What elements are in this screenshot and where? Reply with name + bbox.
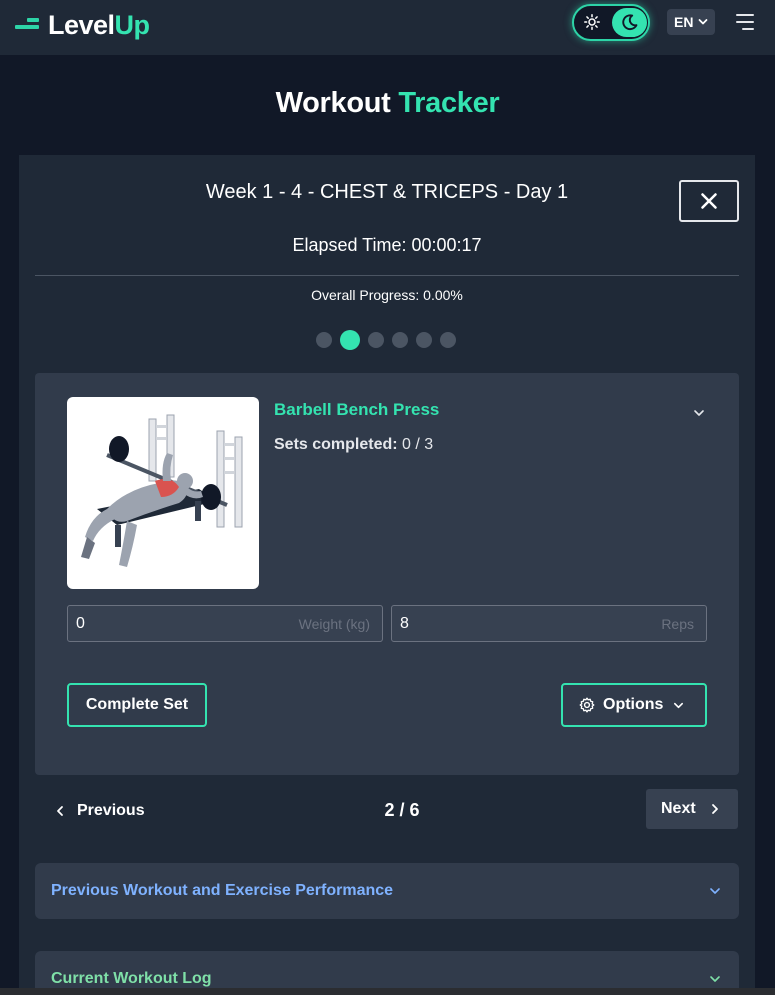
weight-placeholder: Weight (kg) (298, 616, 370, 632)
exercise-pager: 2 / 6 (384, 800, 420, 820)
sets-completed: Sets completed: 0 / 3 (274, 436, 434, 453)
weight-input[interactable]: 0 Weight (kg) (67, 605, 383, 642)
overall-progress: Overall Progress: 0.00% (311, 287, 463, 303)
session-title: Week 1 - 4 - CHEST & TRICEPS - Day 1 (205, 181, 569, 203)
moon-icon (622, 14, 638, 31)
top-navbar: LevelUp EN (0, 0, 775, 55)
sun-icon (584, 14, 600, 30)
workout-panel: Week 1 - 4 - CHEST & TRICEPS - Day 1 Ela… (19, 155, 755, 995)
hamburger-menu-icon[interactable] (734, 13, 754, 31)
exercise-name[interactable]: Barbell Bench Press (274, 400, 439, 420)
reps-value: 8 (400, 615, 409, 632)
exercise-dot[interactable] (440, 332, 456, 348)
next-button[interactable]: Next (646, 789, 738, 829)
options-button[interactable]: Options (561, 683, 707, 727)
language-select[interactable]: EN (667, 9, 715, 35)
gear-icon (579, 697, 595, 713)
exercise-dot[interactable] (416, 332, 432, 348)
logo-mark-icon (15, 18, 39, 32)
exercise-dot[interactable] (316, 332, 332, 348)
reps-placeholder: Reps (661, 616, 694, 632)
chevron-down-icon (710, 888, 720, 894)
divider (35, 275, 739, 276)
chevron-down-icon (674, 702, 684, 708)
close-workout-button[interactable] (679, 180, 739, 222)
exercise-dot-active[interactable] (340, 330, 360, 350)
exercise-dot[interactable] (368, 332, 384, 348)
language-value: EN (674, 14, 694, 30)
page-title: Workout Tracker (275, 87, 500, 119)
chevron-left-icon (57, 806, 63, 816)
theme-toggle[interactable] (572, 4, 650, 41)
options-label: Options (603, 696, 664, 713)
close-icon (701, 193, 717, 209)
exercise-image (67, 397, 259, 589)
theme-toggle-knob (612, 8, 647, 37)
logo-text: LevelUp (48, 9, 150, 40)
exercise-dot[interactable] (392, 332, 408, 348)
previous-label: Previous (77, 802, 145, 819)
next-label: Next (661, 800, 696, 817)
chevron-right-icon (711, 804, 718, 814)
current-log-label: Current Workout Log (51, 970, 212, 987)
weight-value: 0 (76, 615, 85, 632)
complete-set-button[interactable]: Complete Set (67, 683, 207, 727)
bottom-edge (0, 988, 775, 995)
reps-input[interactable]: 8 Reps (391, 605, 707, 642)
exercise-card: Barbell Bench Press Sets completed: 0 / … (35, 373, 739, 775)
previous-performance-accordion[interactable]: Previous Workout and Exercise Performanc… (35, 863, 739, 919)
chevron-down-icon[interactable] (693, 407, 705, 419)
previous-button[interactable]: Previous (55, 799, 145, 823)
chevron-down-icon (710, 976, 720, 982)
levelup-logo[interactable]: LevelUp (15, 8, 150, 42)
previous-performance-label: Previous Workout and Exercise Performanc… (51, 882, 394, 899)
chevron-down-icon (699, 19, 708, 25)
elapsed-time: Elapsed Time: 00:00:17 (292, 235, 482, 255)
